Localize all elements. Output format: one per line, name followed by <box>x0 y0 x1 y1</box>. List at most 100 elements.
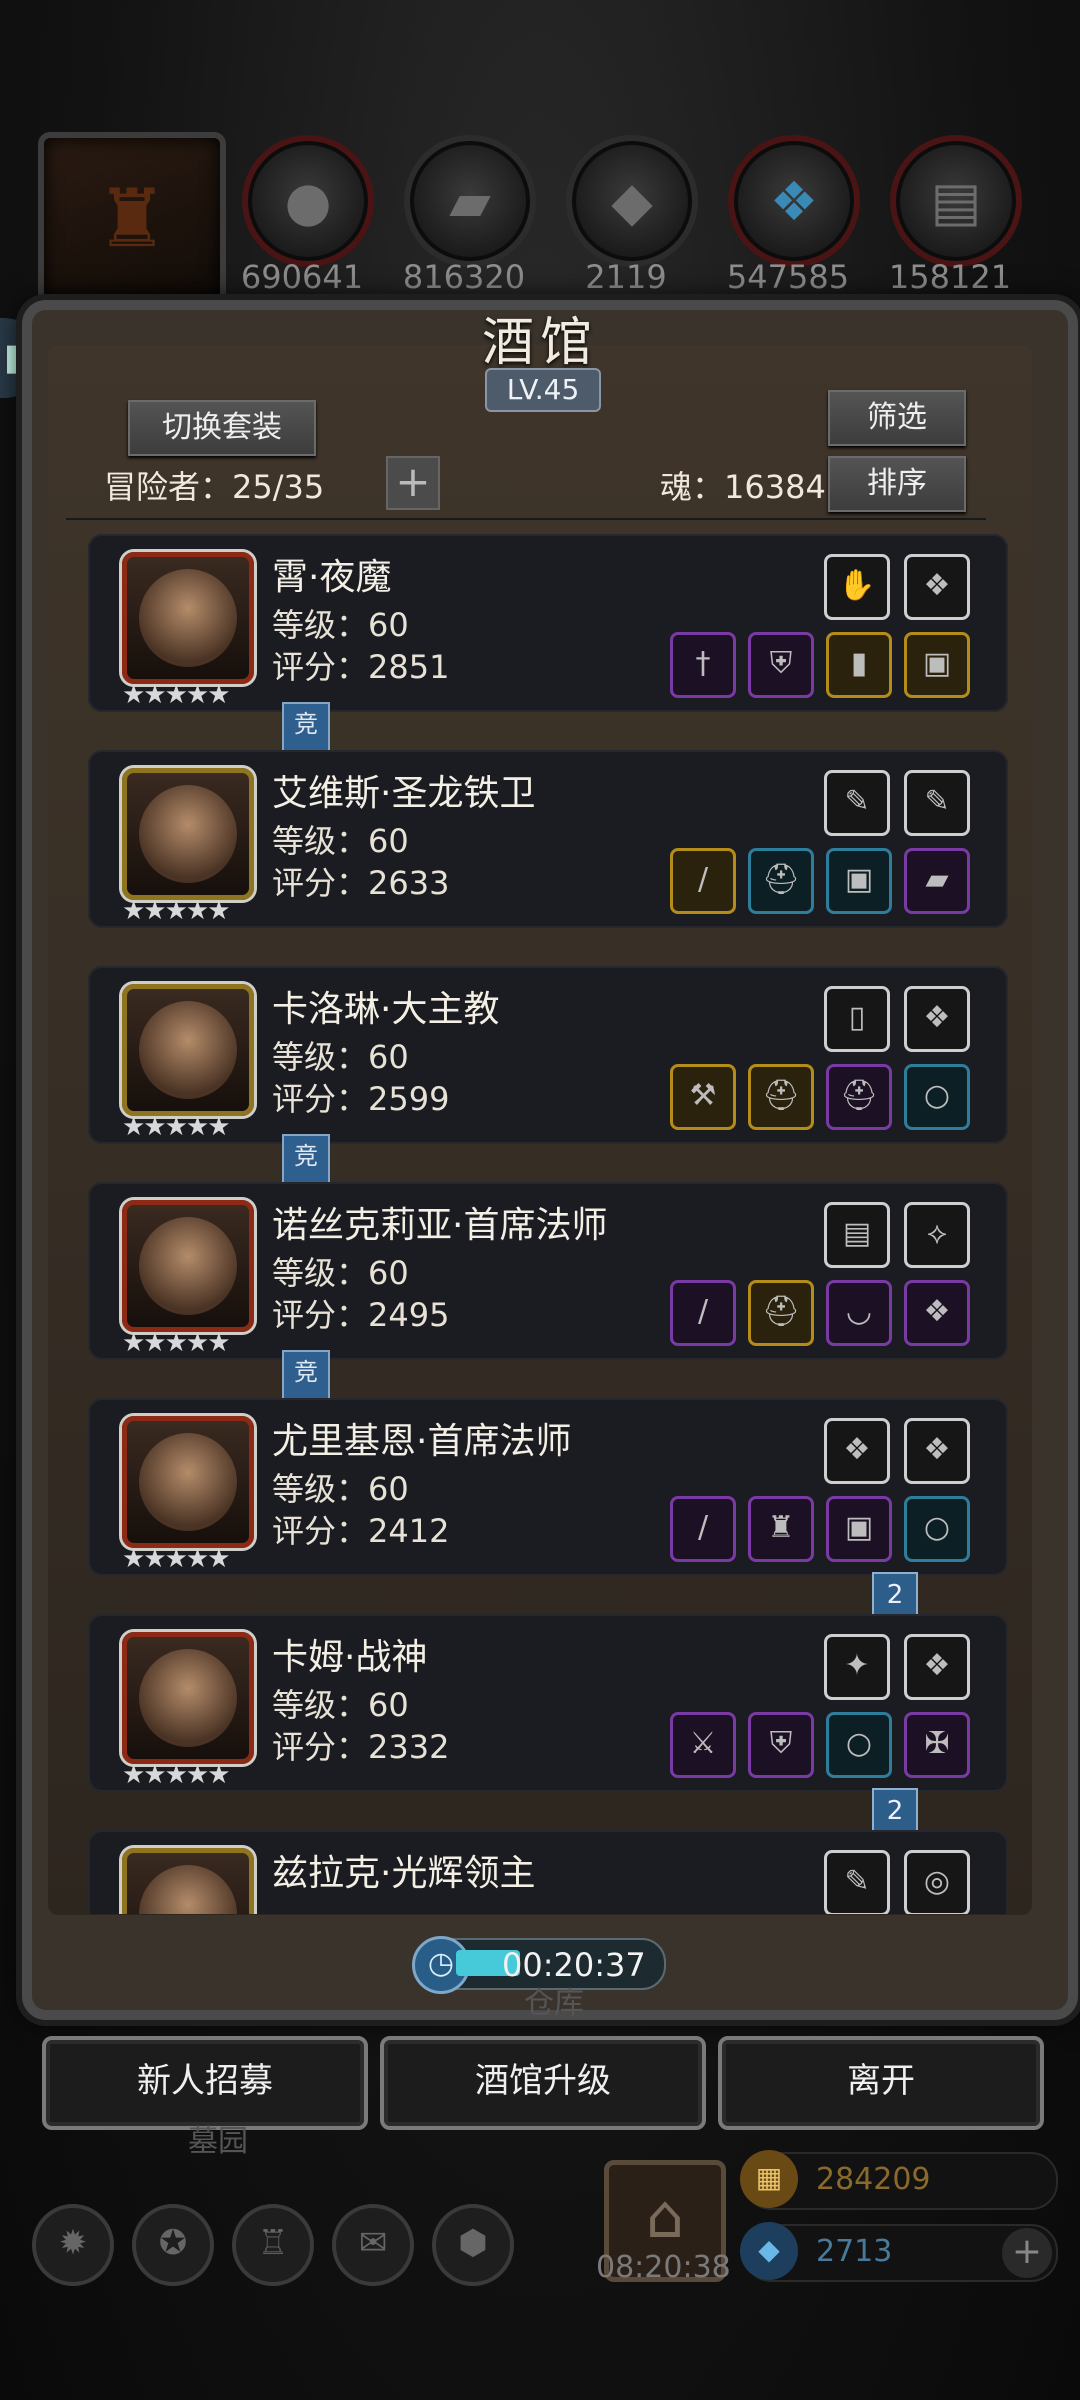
filter-button[interactable]: 筛选 <box>828 390 966 446</box>
bracer-icon[interactable]: ▮ <box>826 632 892 698</box>
axe-icon[interactable]: ⚔ <box>670 1712 736 1778</box>
star-rating: ★★★★★ <box>122 896 231 926</box>
ring-icon[interactable]: ○ <box>904 1496 970 1562</box>
gauntlet-icon[interactable]: ✋ <box>824 554 890 620</box>
gem-counter: ◆ 2713 + <box>740 2222 1058 2282</box>
iron-resource-value: 158121 <box>888 258 1012 296</box>
hero-card[interactable]: ★★★★★ 尤里基恩·首席法师 等级：60 评分：2412 ❖ ❖ / ♜ ▣ … <box>88 1398 1008 1576</box>
robe-icon[interactable]: ♜ <box>748 1496 814 1562</box>
hero-name: 艾维斯·圣龙铁卫 <box>272 773 536 814</box>
hero-score: 评分：2851 <box>272 648 450 686</box>
hero-list[interactable]: ★★★★★ 霄·夜魔 等级：60 评分：2851 ✋ ❖ † ⛨ ▮ ▣ 竞 ★… <box>82 534 1022 1914</box>
hero-score: 评分：2633 <box>272 864 450 902</box>
hero-score: 评分：2599 <box>272 1080 450 1118</box>
star-rating: ★★★★★ <box>122 1544 231 1574</box>
hero-score: 评分：2332 <box>272 1728 450 1766</box>
chest-icon[interactable]: ▣ <box>904 632 970 698</box>
player-helmet-icon: ♜ <box>96 171 168 265</box>
hero-card[interactable]: ★★★★★ 霄·夜魔 等级：60 评分：2851 ✋ ❖ † ⛨ ▮ ▣ <box>88 534 1008 712</box>
switch-outfit-button[interactable]: 切换套装 <box>128 400 316 456</box>
emblem-icon[interactable]: ✦ <box>824 1634 890 1700</box>
hero-card[interactable]: ★★★★★ 诺丝克莉亚·首席法师 等级：60 评分：2495 ▤ ⟡ / ⛑ ◡… <box>88 1182 1008 1360</box>
upgrade-tavern-button[interactable]: 酒馆升级 <box>380 2036 706 2130</box>
hero-level: 等级：60 <box>272 1038 409 1076</box>
necklace-icon[interactable]: ◡ <box>826 1280 892 1346</box>
tower-icon[interactable]: ♖ <box>232 2204 314 2286</box>
plus-icon: + <box>395 457 431 506</box>
wood-resource-value: 816320 <box>402 258 526 296</box>
ring-icon[interactable]: ○ <box>904 1064 970 1130</box>
helmet-icon[interactable]: ⛑ <box>748 1280 814 1346</box>
achievement-icon[interactable]: ✪ <box>132 2204 214 2286</box>
crystal-resource-icon[interactable]: ❖ <box>728 135 860 267</box>
amulet-icon[interactable]: ✠ <box>904 1712 970 1778</box>
star-rating: ★★★★★ <box>122 680 231 710</box>
staff-icon[interactable]: / <box>670 1496 736 1562</box>
crystal-icon[interactable]: ❖ <box>904 554 970 620</box>
cemetery-label: 墓园 <box>188 2124 248 2159</box>
scroll-icon[interactable]: ◎ <box>904 1850 970 1914</box>
mail-icon[interactable]: ✉ <box>332 2204 414 2286</box>
soul-count: 魂：16384 <box>660 468 826 506</box>
helmet-icon[interactable]: ⛑ <box>748 848 814 914</box>
iron-resource-icon[interactable]: ▤ <box>890 135 1022 267</box>
hero-card[interactable]: ★★★★★ 卡姆·战神 等级：60 评分：2332 ✦ ❖ ⚔ ⛨ ○ ✠ <box>88 1614 1008 1792</box>
crystal-icon[interactable]: ❖ <box>904 1418 970 1484</box>
amulet-icon[interactable]: ⟡ <box>904 1202 970 1268</box>
crystal-icon[interactable]: ❖ <box>904 1280 970 1346</box>
stone-resource-icon[interactable]: ◆ <box>566 135 698 267</box>
book-icon[interactable]: ▯ <box>824 986 890 1052</box>
warehouse-label: 仓库 <box>524 1986 584 2021</box>
feather-icon[interactable]: ✎ <box>904 770 970 836</box>
gold-amount: 284209 <box>816 2162 931 2197</box>
hero-card[interactable]: ★★★★★ 艾维斯·圣龙铁卫 等级：60 评分：2633 ✎ ✎ / ⛑ ▣ ▰ <box>88 750 1008 928</box>
leave-button[interactable]: 离开 <box>718 2036 1044 2130</box>
hero-portrait <box>122 984 254 1116</box>
expand-slots-button[interactable]: + <box>386 456 440 510</box>
crystal-icon[interactable]: ❖ <box>904 986 970 1052</box>
player-avatar[interactable]: ♜ <box>38 132 226 304</box>
settings-icon[interactable]: ✹ <box>32 2204 114 2286</box>
gold-counter: ▦ 284209 <box>740 2150 1058 2210</box>
hero-level: 等级：60 <box>272 822 409 860</box>
armor-icon[interactable]: ⛨ <box>748 632 814 698</box>
gem-amount: 2713 <box>816 2234 893 2269</box>
add-gems-button[interactable]: + <box>1002 2228 1052 2278</box>
chest-icon[interactable]: ▣ <box>826 1496 892 1562</box>
stone-resource-value: 2119 <box>585 258 667 296</box>
staff-icon[interactable]: / <box>670 1280 736 1346</box>
hero-portrait <box>122 552 254 684</box>
helmet-icon[interactable]: ⛑ <box>748 1064 814 1130</box>
gift-timer: 08:20:38 <box>596 2250 731 2285</box>
wood-resource-icon[interactable]: ▰ <box>404 135 536 267</box>
hero-portrait <box>122 1200 254 1332</box>
plank-icon[interactable]: ▰ <box>904 848 970 914</box>
hammer-icon[interactable]: ⚒ <box>670 1064 736 1130</box>
spellbook-icon[interactable]: ▤ <box>824 1202 890 1268</box>
crystal-icon[interactable]: ❖ <box>904 1634 970 1700</box>
helmet-icon[interactable]: ⛑ <box>826 1064 892 1130</box>
ring-icon[interactable]: ○ <box>826 1712 892 1778</box>
dagger-icon[interactable]: † <box>670 632 736 698</box>
feather-icon[interactable]: ✎ <box>824 770 890 836</box>
hero-portrait <box>122 1632 254 1764</box>
hero-name: 尤里基恩·首席法师 <box>272 1421 572 1462</box>
hero-name: 兹拉克·光辉领主 <box>272 1853 536 1894</box>
star-rating: ★★★★★ <box>122 1328 231 1358</box>
chest-icon[interactable]: ▣ <box>826 848 892 914</box>
hero-name: 霄·夜魔 <box>272 557 392 598</box>
cube-icon[interactable]: ⬢ <box>432 2204 514 2286</box>
crystal-resource-value: 547585 <box>726 258 850 296</box>
hero-card[interactable]: 兹拉克·光辉领主 ✎ ◎ <box>88 1830 1008 1914</box>
armor-icon[interactable]: ⛨ <box>748 1712 814 1778</box>
sort-button[interactable]: 排序 <box>828 456 966 512</box>
staff-icon[interactable]: / <box>670 848 736 914</box>
hero-level: 等级：60 <box>272 1686 409 1724</box>
tavern-level-badge: LV.45 <box>485 368 601 412</box>
arena-tag: 竞 <box>282 702 330 752</box>
feather-icon[interactable]: ✎ <box>824 1850 890 1914</box>
crystal-icon[interactable]: ❖ <box>824 1418 890 1484</box>
hero-portrait <box>122 1848 254 1914</box>
meat-resource-icon[interactable]: ● <box>242 135 374 267</box>
hero-card[interactable]: ★★★★★ 卡洛琳·大主教 等级：60 评分：2599 ▯ ❖ ⚒ ⛑ ⛑ ○ <box>88 966 1008 1144</box>
